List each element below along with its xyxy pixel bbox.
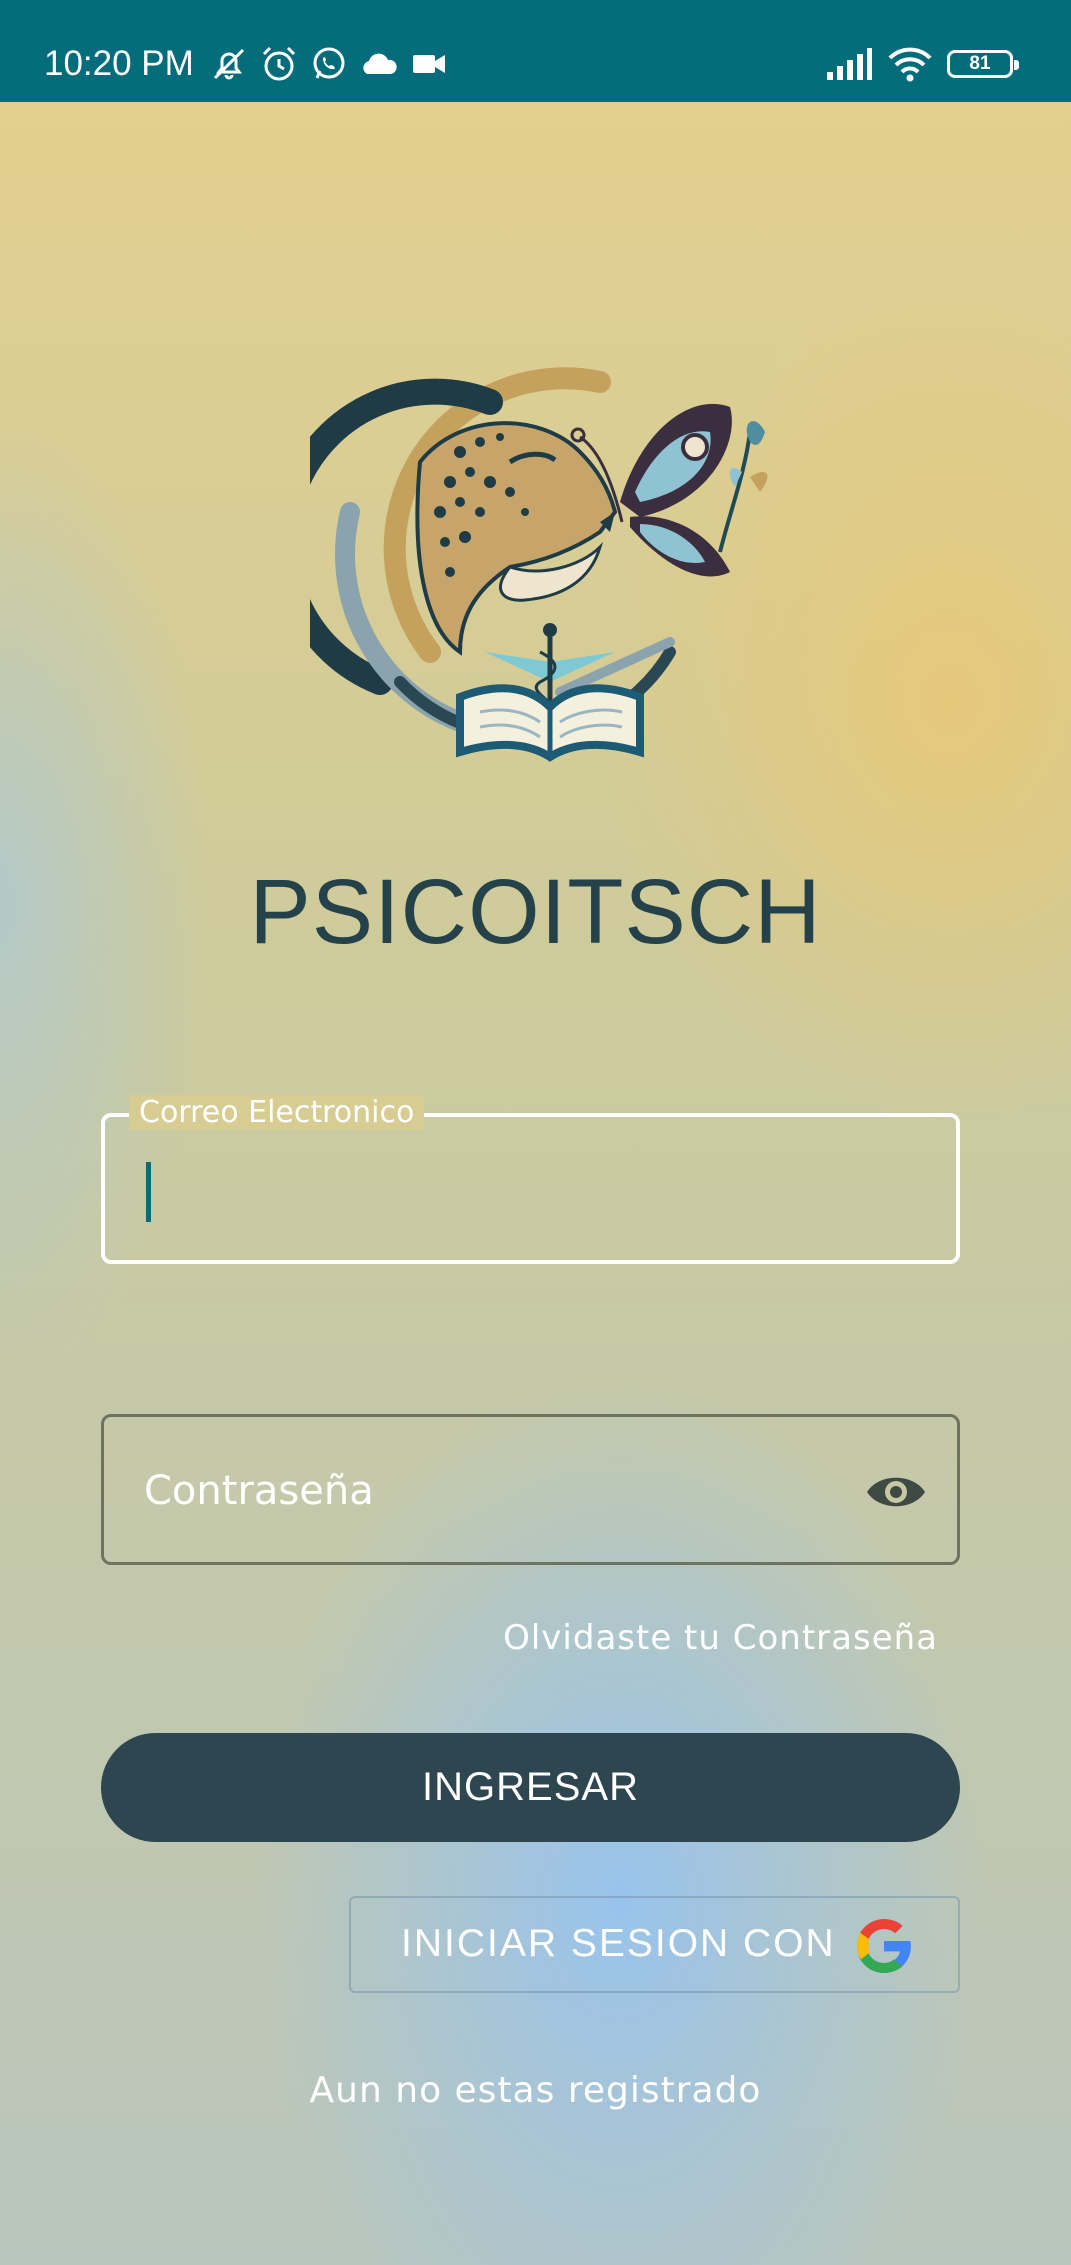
battery-level: 81 — [969, 53, 991, 74]
google-signin-label: INICIAR SESION CON — [401, 1922, 836, 1965]
password-input[interactable] — [144, 1447, 844, 1535]
forgot-password-link[interactable]: Olvidaste tu Contraseña — [503, 1618, 938, 1658]
email-field[interactable]: Correo Electronico — [101, 1095, 960, 1264]
video-icon — [413, 55, 445, 73]
alarm-icon — [262, 46, 296, 81]
register-link[interactable]: Aun no estas registrado — [0, 2070, 1071, 2111]
signal-icon — [827, 48, 872, 80]
cloud-icon — [363, 53, 397, 74]
status-time: 10:20 PM — [44, 44, 194, 83]
app-title: PSICOITSCH — [249, 861, 822, 963]
password-field[interactable] — [101, 1414, 960, 1565]
status-bar: 10:20 PM 81 — [0, 0, 1071, 102]
psicoitsch-logo — [310, 367, 768, 762]
login-button[interactable]: INGRESAR — [101, 1733, 960, 1842]
mute-icon — [213, 48, 245, 80]
status-system-icons: 81 — [825, 44, 1019, 84]
google-signin-button[interactable]: INICIAR SESION CON — [349, 1896, 960, 1993]
text-cursor — [146, 1162, 151, 1222]
wifi-icon — [888, 47, 932, 82]
battery-icon: 81 — [947, 50, 1019, 78]
eye-icon[interactable] — [865, 1467, 927, 1517]
email-input[interactable] — [145, 1147, 925, 1235]
status-notification-icons — [209, 44, 449, 84]
email-field-label: Correo Electronico — [129, 1095, 425, 1130]
whatsapp-icon — [313, 47, 345, 79]
google-icon — [857, 1919, 912, 1973]
